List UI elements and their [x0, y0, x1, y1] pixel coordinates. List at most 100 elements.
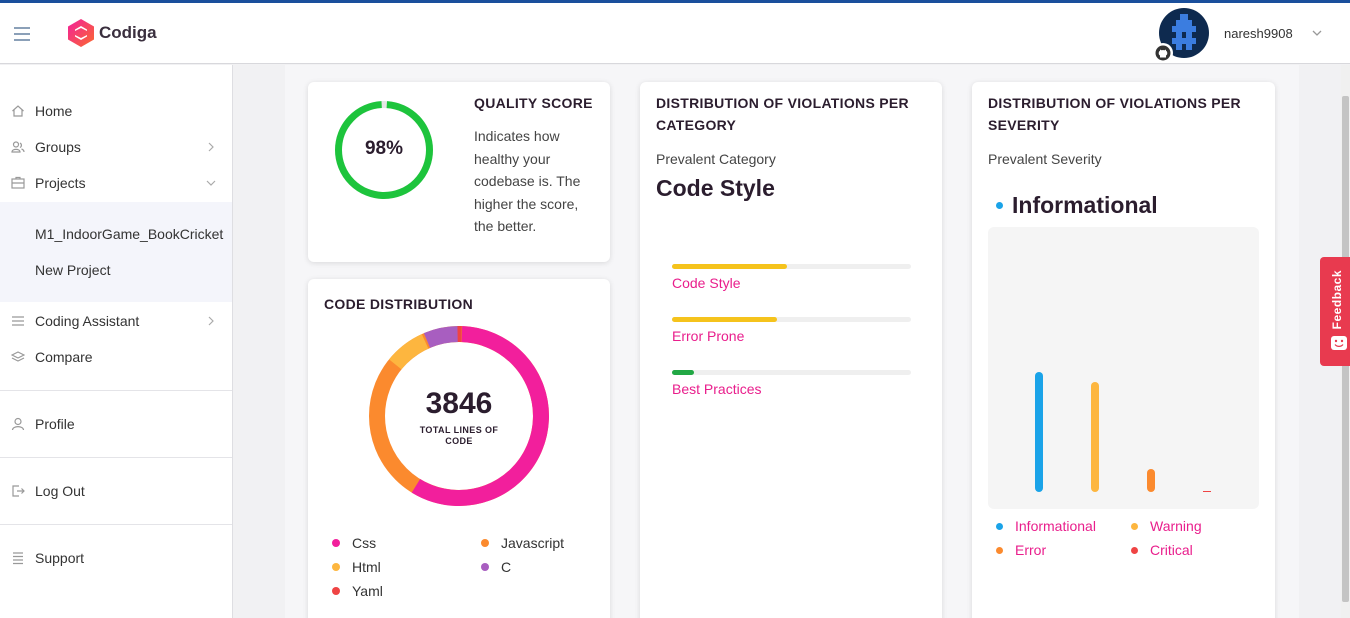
legend-item-html: Html [332, 559, 381, 575]
project-item[interactable]: M1_IndoorGame_BookCricket [35, 226, 223, 242]
legend-item-c: C [481, 559, 511, 575]
sidebar-item-home[interactable]: Home [0, 93, 232, 129]
sidebar-item-compare[interactable]: Compare [0, 339, 232, 375]
category-bar-label[interactable]: Code Style [672, 275, 740, 291]
prevalent-category-label: Prevalent Category [656, 151, 776, 167]
category-bar-track [672, 264, 911, 269]
legend-item-warning[interactable]: Warning [1131, 518, 1202, 534]
legend-label: Yaml [352, 583, 383, 599]
user-icon [11, 417, 25, 431]
sidebar-item-label: Groups [35, 139, 81, 155]
category-bar-track [672, 317, 911, 322]
category-bar-label[interactable]: Error Prone [672, 328, 744, 344]
violations-severity-title: DISTRIBUTION OF VIOLATIONS PER SEVERITY [988, 95, 1241, 133]
legend-label: Informational [1015, 518, 1096, 534]
severity-bar-chart [988, 227, 1259, 509]
prevalent-severity-dot [996, 202, 1003, 209]
legend-dot [996, 546, 1003, 554]
legend-item-critical[interactable]: Critical [1131, 542, 1193, 558]
projects-submenu: M1_IndoorGame_BookCricket New Project [0, 202, 232, 302]
codiga-logo[interactable]: Codiga [67, 18, 157, 48]
project-item[interactable]: New Project [35, 262, 110, 278]
sidebar-item-label: Compare [35, 349, 93, 365]
groups-icon [11, 141, 25, 153]
sidebar-item-projects[interactable]: Projects [0, 165, 232, 201]
home-icon [12, 105, 24, 117]
legend-label: Javascript [501, 535, 565, 551]
sidebar-item-label: Profile [35, 416, 75, 432]
quality-score-title: QUALITY SCORE [474, 95, 593, 111]
sidebar-item-label: Log Out [35, 483, 85, 499]
sidebar-item-label: Projects [35, 175, 86, 191]
chevron-down-icon [206, 180, 216, 186]
prevalent-severity-label: Prevalent Severity [988, 151, 1102, 167]
legend-dot [332, 563, 340, 571]
violations-severity-card: DISTRIBUTION OF VIOLATIONS PER SEVERITY … [972, 82, 1275, 618]
sidebar-item-label: Home [35, 103, 73, 119]
support-icon [13, 552, 23, 565]
feedback-smile-icon [1331, 336, 1347, 350]
category-bar-track [672, 370, 911, 375]
legend-item-yaml: Yaml [332, 583, 383, 599]
legend-item-css: Css [332, 535, 376, 551]
category-bar-label[interactable]: Best Practices [672, 381, 761, 397]
legend-label: Error [1015, 542, 1047, 558]
chevron-right-icon [208, 142, 214, 152]
severity-bar-critical[interactable] [1203, 490, 1211, 492]
hamburger-menu-icon[interactable] [14, 27, 30, 41]
sidebar-item-support[interactable]: Support [0, 540, 232, 576]
sidebar-item-label: Support [35, 550, 85, 566]
top-header: Codiga naresh9908 [0, 3, 1350, 64]
legend-label: Html [352, 559, 381, 575]
dashboard-panel: 98% QUALITY SCORE Indicates how healthy … [285, 65, 1299, 618]
legend-dot [481, 563, 489, 571]
code-distribution-card: CODE DISTRIBUTION 3846 TOTAL LINES OF CO… [308, 279, 610, 618]
category-bar-fill [672, 370, 694, 375]
legend-label: Critical [1150, 542, 1193, 558]
chevron-right-icon [208, 316, 214, 326]
category-bar-fill [672, 264, 787, 269]
sidebar-divider [0, 524, 232, 525]
username[interactable]: naresh9908 [1224, 26, 1293, 41]
legend-dot [481, 539, 489, 547]
sidebar-item-groups[interactable]: Groups [0, 129, 232, 165]
violations-category-title: DISTRIBUTION OF VIOLATIONS PER CATEGORY [656, 95, 909, 133]
feedback-label: Feedback [1330, 270, 1344, 330]
category-bar-fill [672, 317, 778, 322]
logout-icon [12, 485, 25, 497]
total-lines-label: TOTAL LINES OF CODE [419, 425, 499, 446]
sidebar-item-coding-assistant[interactable]: Coding Assistant [0, 303, 232, 339]
severity-bar-informational[interactable] [1035, 372, 1043, 492]
app-name: Codiga [99, 23, 157, 42]
legend-item-error[interactable]: Error [996, 542, 1046, 558]
quality-score-description: Indicates how healthy your codebase is. … [474, 128, 581, 234]
legend-dot [332, 539, 340, 547]
legend-item-javascript: Javascript [481, 535, 564, 551]
legend-label: C [501, 559, 512, 575]
sidebar: Home Groups Projects M1_IndoorGame_BookC… [0, 65, 233, 618]
chevron-down-icon[interactable] [1310, 26, 1324, 40]
legend-dot [996, 522, 1003, 530]
codiga-logo-icon [68, 19, 94, 47]
legend-label: Warning [1150, 518, 1202, 534]
legend-item-informational[interactable]: Informational [996, 518, 1096, 534]
sidebar-item-profile[interactable]: Profile [0, 406, 232, 442]
projects-icon [11, 176, 25, 189]
code-distribution-title: CODE DISTRIBUTION [324, 296, 473, 312]
sidebar-divider [0, 457, 232, 458]
quality-score-value: 98% [364, 138, 404, 159]
total-lines-value: 3846 [425, 387, 493, 420]
severity-bar-error[interactable] [1147, 469, 1155, 492]
legend-label: Css [352, 535, 377, 551]
legend-dot [1131, 522, 1138, 530]
sidebar-divider [0, 390, 232, 391]
legend-dot [1131, 546, 1138, 554]
layers-icon [11, 351, 25, 362]
prevalent-category-value: Code Style [656, 175, 775, 201]
violations-category-card: DISTRIBUTION OF VIOLATIONS PER CATEGORY … [640, 82, 942, 618]
list-icon [12, 316, 24, 326]
legend-dot [332, 587, 340, 595]
severity-bar-warning[interactable] [1091, 381, 1099, 492]
sidebar-item-logout[interactable]: Log Out [0, 473, 232, 509]
quality-score-card: 98% QUALITY SCORE Indicates how healthy … [308, 82, 610, 262]
